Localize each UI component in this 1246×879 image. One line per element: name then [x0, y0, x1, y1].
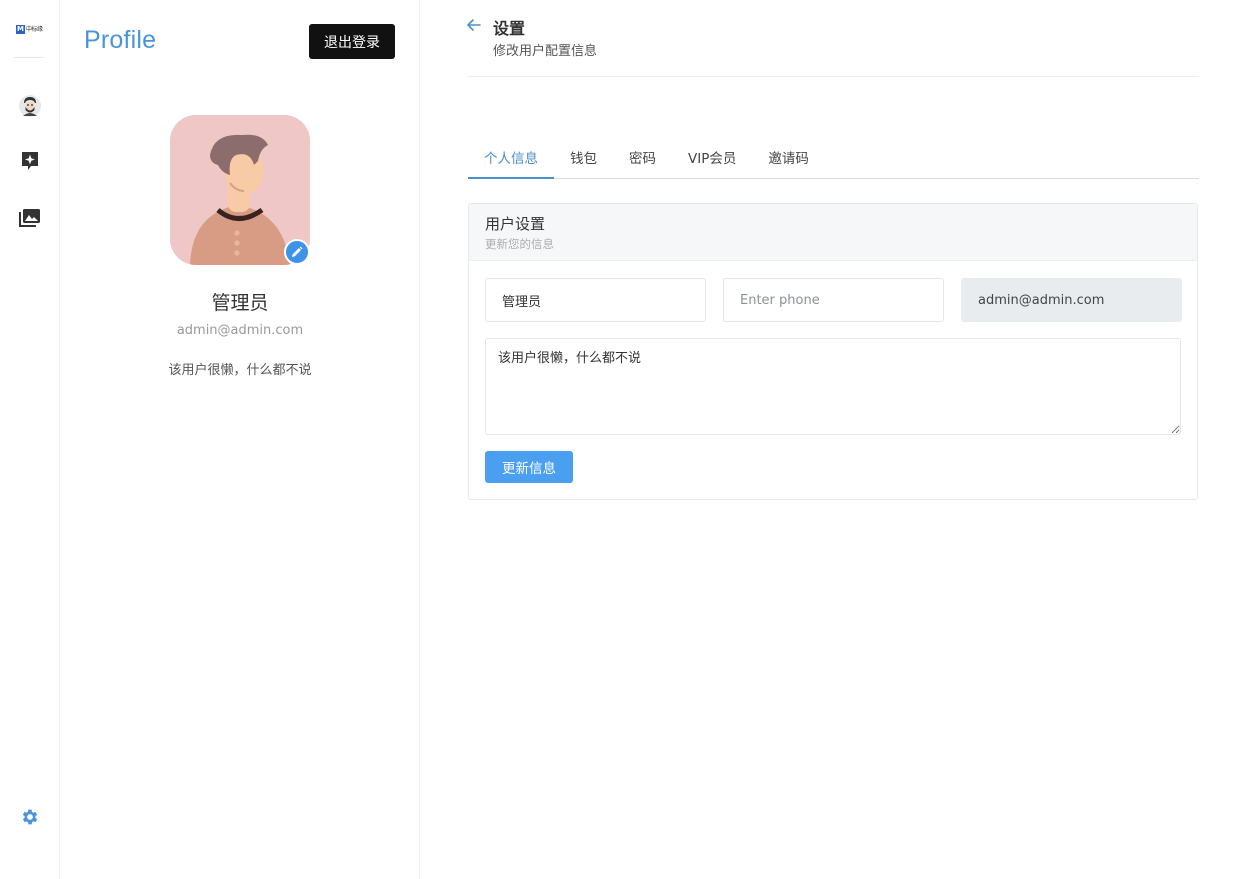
- fields-row: [485, 278, 1182, 322]
- profile-name: 管理员: [211, 292, 269, 314]
- tab-invite-code[interactable]: 邀请码: [752, 140, 825, 179]
- header-divider: [467, 76, 1199, 77]
- back-button[interactable]: [467, 16, 483, 34]
- sparkle-chat-icon[interactable]: [18, 149, 42, 173]
- gallery-icon[interactable]: [18, 206, 42, 230]
- tab-password[interactable]: 密码: [613, 140, 672, 179]
- profile-avatar-container: [170, 115, 310, 265]
- tab-wallet[interactable]: 钱包: [554, 140, 613, 179]
- logo-text: 中标缘: [26, 25, 43, 33]
- tab-personal-info[interactable]: 个人信息: [468, 140, 554, 179]
- gear-icon[interactable]: [18, 805, 42, 829]
- profile-bio: 该用户很懒，什么都不说: [168, 363, 312, 378]
- email-field[interactable]: [961, 278, 1182, 322]
- page-subtitle: 修改用户配置信息: [493, 44, 598, 59]
- user-avatar-icon[interactable]: [18, 94, 42, 118]
- settings-tabs: 个人信息 钱包 密码 VIP会员 邀请码: [468, 140, 1199, 179]
- page-title: 设置: [493, 19, 526, 38]
- pencil-icon: [292, 246, 303, 257]
- logout-button[interactable]: 退出登录: [309, 24, 395, 59]
- card-subtitle: 更新您的信息: [485, 237, 554, 251]
- profile-panel: Profile 退出登录 管理员 admin@admin.com 该用户很懒，什…: [60, 0, 420, 879]
- app-logo[interactable]: M 中标缘: [16, 22, 44, 36]
- update-info-button[interactable]: 更新信息: [485, 451, 573, 483]
- bio-textarea[interactable]: 该用户很懒，什么都不说: [485, 338, 1181, 435]
- profile-title: Profile: [84, 26, 157, 54]
- arrow-left-icon: [467, 19, 481, 31]
- card-title: 用户设置: [485, 215, 546, 233]
- phone-input[interactable]: [723, 278, 944, 322]
- name-input[interactable]: [485, 278, 706, 322]
- profile-email: admin@admin.com: [176, 323, 304, 338]
- left-rail: M 中标缘: [0, 0, 60, 879]
- logo-mark: M: [16, 24, 25, 34]
- rail-divider: [14, 57, 44, 58]
- card-header: 用户设置 更新您的信息: [469, 204, 1197, 261]
- tab-vip[interactable]: VIP会员: [672, 140, 752, 179]
- settings-main: 设置 修改用户配置信息 个人信息 钱包 密码 VIP会员 邀请码 用户设置 更新…: [420, 0, 1246, 879]
- edit-avatar-button[interactable]: [284, 239, 310, 265]
- user-settings-card: 用户设置 更新您的信息 该用户很懒，什么都不说 更新信息: [468, 203, 1198, 500]
